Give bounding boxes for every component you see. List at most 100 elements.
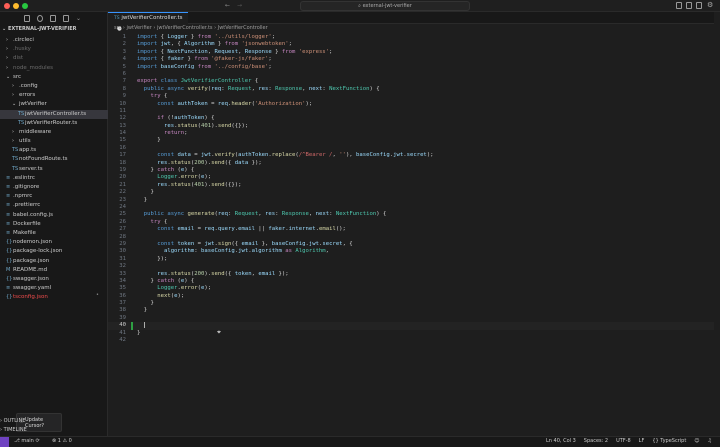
code-line[interactable]: 2 import jwt, { Algorithm } from 'jsonweb… bbox=[108, 41, 720, 48]
code-line[interactable]: 7 export class JwtVerifierController { bbox=[108, 78, 720, 85]
code-line[interactable]: 41} bbox=[108, 330, 720, 337]
file-tree-item[interactable]: › utils bbox=[0, 137, 108, 146]
chevron-down-icon[interactable]: ⌄ bbox=[76, 15, 82, 22]
settings-gear-icon[interactable]: ⚙ bbox=[707, 1, 713, 9]
file-tree-item[interactable]: ⌄ src bbox=[0, 73, 108, 82]
breadcrumb-item[interactable]: JwtVerifierController bbox=[218, 25, 268, 31]
file-tree-item[interactable]: ≡ babel.config.js bbox=[0, 211, 108, 220]
code-line[interactable]: 42 bbox=[108, 337, 720, 344]
code-line[interactable]: 16 bbox=[108, 145, 720, 152]
code-line[interactable]: 36 next(e); bbox=[108, 293, 720, 300]
breadcrumb-item[interactable]: jwtVerifierController.ts bbox=[157, 25, 213, 31]
file-tree-item[interactable]: ≡ Makefile bbox=[0, 229, 108, 238]
file-tree-item[interactable]: › .husky bbox=[0, 45, 108, 54]
code-line[interactable]: 27 const email = req.query.email || fake… bbox=[108, 226, 720, 233]
outline-panel[interactable]: › OUTLINE bbox=[0, 418, 27, 424]
branch-indicator[interactable]: ⎇ main ⟳ bbox=[14, 437, 40, 446]
extensions-icon[interactable] bbox=[63, 15, 69, 22]
problems-indicator[interactable]: ⊗ 1 ⚠ 0 bbox=[52, 437, 72, 446]
file-tree-item[interactable]: › dist bbox=[0, 54, 108, 63]
code-line[interactable]: 17 const data = jwt.verify(authToken.rep… bbox=[108, 152, 720, 159]
forward-arrow-icon[interactable]: → bbox=[237, 2, 242, 9]
code-line[interactable]: 35 Logger.error(e); bbox=[108, 285, 720, 292]
code-line[interactable]: 28 bbox=[108, 234, 720, 241]
file-tree-item[interactable]: TSjwtVerifierRouter.ts bbox=[0, 119, 108, 128]
code-line[interactable]: 9 try { bbox=[108, 93, 720, 100]
code-line[interactable]: 30 algorithm: baseConfig.jwt.algorithm a… bbox=[108, 248, 720, 255]
code-line[interactable]: 39 bbox=[108, 315, 720, 322]
command-center-search[interactable]: ⌕ external-jwt-verifier bbox=[300, 1, 470, 11]
file-tree-item[interactable]: TSnotFoundRoute.ts bbox=[0, 155, 108, 164]
file-tree-item[interactable]: ≡ .eslintrc bbox=[0, 174, 108, 183]
code-line[interactable]: 40 bbox=[108, 322, 720, 330]
file-tree-item[interactable]: ≡ swagger.yaml bbox=[0, 284, 108, 293]
code-line[interactable]: 26 try { bbox=[108, 219, 720, 226]
code-line[interactable]: 22 } bbox=[108, 189, 720, 196]
file-tree-item[interactable]: › node_modules bbox=[0, 64, 108, 73]
code-line[interactable]: 13 res.status(401).send({}); bbox=[108, 123, 720, 130]
file-tree-item[interactable]: › .circleci bbox=[0, 36, 108, 45]
file-tree-item[interactable]: › middleware bbox=[0, 128, 108, 137]
file-tree-item[interactable]: {}nodemon.json bbox=[0, 238, 108, 247]
code-line[interactable]: 8 public async verify(req: Request, res:… bbox=[108, 86, 720, 93]
maximize-window-button[interactable] bbox=[22, 3, 28, 9]
code-line[interactable]: 6 bbox=[108, 71, 720, 78]
project-title[interactable]: ⌄ EXTERNAL-JWT-VERIFIER bbox=[2, 26, 77, 32]
file-tree-item[interactable]: › .config bbox=[0, 82, 108, 91]
tab-jwtverifiercontroller[interactable]: TS jwtVerifierController.ts ● bbox=[108, 12, 188, 32]
file-tree-item[interactable]: TSapp.ts bbox=[0, 146, 108, 155]
code-line[interactable]: 37 } bbox=[108, 300, 720, 307]
code-line[interactable]: 12 if (!authToken) { bbox=[108, 115, 720, 122]
account-icon[interactable]: ☺ bbox=[694, 437, 699, 446]
code-line[interactable]: 20 Logger.error(e); bbox=[108, 174, 720, 181]
back-arrow-icon[interactable]: ← bbox=[225, 2, 230, 9]
code-line[interactable]: 1 import { Logger } from '../utils/logger… bbox=[108, 34, 720, 41]
code-line[interactable]: 34 } catch (e) { bbox=[108, 278, 720, 285]
code-line[interactable]: 33 res.status(200).send({ token, email }… bbox=[108, 271, 720, 278]
notifications-bell-icon[interactable]: ♫ bbox=[708, 437, 712, 446]
breadcrumb-item[interactable]: jwtVerifier bbox=[127, 25, 152, 31]
code-area[interactable]: 1 import { Logger } from '../utils/logger… bbox=[108, 34, 720, 344]
cursor-position[interactable]: Ln 40, Col 3 bbox=[546, 437, 576, 446]
code-line[interactable]: 38 } bbox=[108, 307, 720, 314]
code-line[interactable]: 5 import baseConfig from '../config/base'… bbox=[108, 64, 720, 71]
code-line[interactable]: 4 import { faker } from '@faker-js/faker'… bbox=[108, 56, 720, 63]
file-tree-item[interactable]: {}swagger.json bbox=[0, 275, 108, 284]
file-tree-item[interactable]: {}package.json bbox=[0, 257, 108, 266]
code-line[interactable]: 25 public async generate(req: Request, r… bbox=[108, 211, 720, 218]
encoding[interactable]: UTF-8 bbox=[616, 437, 631, 446]
search-icon[interactable] bbox=[37, 15, 43, 22]
code-line[interactable]: 23 } bbox=[108, 197, 720, 204]
close-window-button[interactable] bbox=[4, 3, 10, 9]
toggle-secondary-sidebar-icon[interactable] bbox=[696, 2, 702, 9]
toggle-panel-icon[interactable] bbox=[686, 2, 692, 9]
code-line[interactable]: 14 return; bbox=[108, 130, 720, 137]
code-line[interactable]: 15 } bbox=[108, 137, 720, 144]
code-line[interactable]: 19 } catch (e) { bbox=[108, 167, 720, 174]
code-line[interactable]: 18 res.status(200).send({ data }); bbox=[108, 160, 720, 167]
file-tree-item[interactable]: {}package-lock.json bbox=[0, 247, 108, 256]
file-tree-item[interactable]: ≡ .prettierrc bbox=[0, 201, 108, 210]
code-line[interactable]: 3 import { NextFunction, Request, Respons… bbox=[108, 49, 720, 56]
file-tree-item[interactable]: ≡ Dockerfile bbox=[0, 220, 108, 229]
code-line[interactable]: 21 res.status(401).send({}); bbox=[108, 182, 720, 189]
line-ending[interactable]: LF bbox=[639, 437, 645, 446]
explorer-files-icon[interactable] bbox=[24, 15, 30, 22]
file-tree-item[interactable]: TSserver.ts bbox=[0, 165, 108, 174]
file-tree-item[interactable]: TSjwtVerifierController.ts bbox=[0, 109, 108, 119]
source-control-icon[interactable] bbox=[50, 15, 56, 22]
code-line[interactable]: 31 }); bbox=[108, 256, 720, 263]
code-line[interactable]: 10 const authToken = req.header('Authori… bbox=[108, 101, 720, 108]
indentation[interactable]: Spaces: 2 bbox=[584, 437, 608, 446]
editor-scrollbar[interactable] bbox=[714, 12, 720, 436]
file-tree-item[interactable]: ≡ .gitignore bbox=[0, 183, 108, 192]
timeline-panel[interactable]: › TIMELINE bbox=[0, 427, 27, 433]
code-line[interactable]: 11 bbox=[108, 108, 720, 115]
file-tree-item[interactable]: M README.md bbox=[0, 266, 108, 275]
minimize-window-button[interactable] bbox=[13, 3, 19, 9]
file-tree-item[interactable]: {}tsconfig.json bbox=[0, 293, 108, 302]
file-tree-item[interactable]: ⌄ jwtVerifier bbox=[0, 100, 108, 109]
code-line[interactable]: 32 bbox=[108, 263, 720, 270]
file-tree-item[interactable]: › errors bbox=[0, 91, 108, 100]
code-line[interactable]: 24 bbox=[108, 204, 720, 211]
